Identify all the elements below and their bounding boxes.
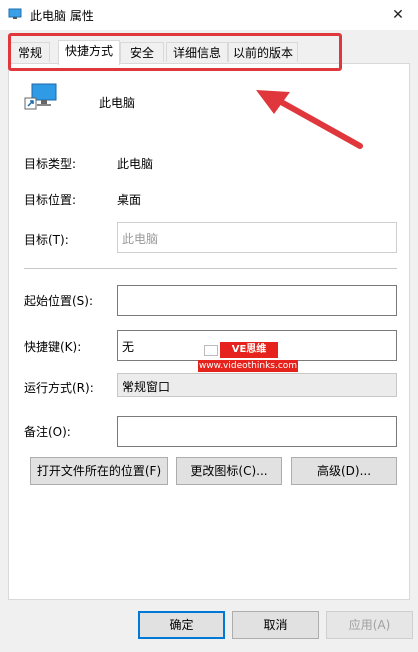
- hotkey-field-value: 无: [122, 340, 135, 354]
- watermark-url: www.videothinks.com: [198, 360, 298, 372]
- target-type-value: 此电脑: [117, 157, 154, 171]
- divider: [24, 268, 397, 269]
- cancel-button[interactable]: 取消: [232, 611, 319, 639]
- hotkey-label: 快捷键(K):: [24, 340, 82, 354]
- target-location-value: 桌面: [117, 193, 142, 207]
- tab-previous-versions[interactable]: 以前的版本: [228, 42, 298, 62]
- annotation-arrow-icon: [256, 90, 363, 149]
- tab-security[interactable]: 安全: [120, 42, 164, 62]
- target-label: 目标(T):: [24, 233, 69, 247]
- open-file-location-button[interactable]: 打开文件所在的位置(F): [30, 457, 168, 485]
- run-select[interactable]: 常规窗口 ⌄: [117, 373, 397, 397]
- chevron-down-icon: ⌄: [122, 377, 133, 391]
- tab-details[interactable]: 详细信息: [166, 42, 228, 62]
- title-bar: 此电脑 属性 ✕: [0, 0, 418, 30]
- window-title: 此电脑 属性: [30, 9, 94, 23]
- target-field[interactable]: 此电脑: [117, 222, 397, 253]
- target-field-value: 此电脑: [122, 232, 159, 246]
- watermark-checkbox-icon: [204, 345, 218, 356]
- tab-general[interactable]: 常规: [10, 42, 50, 62]
- advanced-button[interactable]: 高级(D)...: [291, 457, 397, 485]
- apply-button[interactable]: 应用(A): [326, 611, 413, 639]
- close-button[interactable]: ✕: [378, 0, 418, 30]
- start-in-label: 起始位置(S):: [24, 294, 94, 308]
- tab-shortcut[interactable]: 快捷方式: [58, 40, 120, 65]
- ok-button[interactable]: 确定: [138, 611, 225, 639]
- run-label: 运行方式(R):: [24, 381, 94, 395]
- shortcut-name: 此电脑: [99, 96, 136, 110]
- start-in-field[interactable]: [117, 285, 397, 316]
- watermark-badge: VE思维: [220, 342, 278, 358]
- computer-shortcut-icon: [24, 83, 57, 110]
- target-location-label: 目标位置:: [24, 193, 77, 207]
- target-type-label: 目标类型:: [24, 157, 77, 171]
- comment-label: 备注(O):: [24, 425, 71, 439]
- change-icon-button[interactable]: 更改图标(C)...: [176, 457, 282, 485]
- computer-icon: [8, 8, 22, 19]
- comment-field[interactable]: [117, 416, 397, 447]
